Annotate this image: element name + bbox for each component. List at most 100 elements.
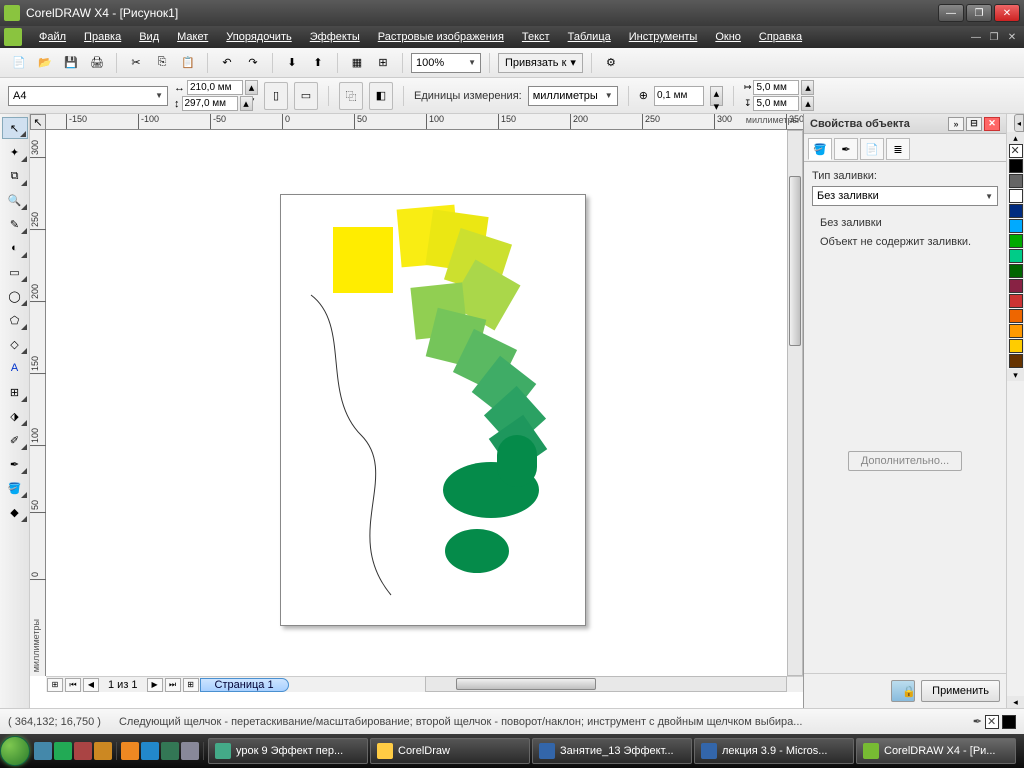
last-page-button[interactable]: ⏭: [165, 678, 181, 692]
taskbar-item[interactable]: урок 9 Эффект пер...: [208, 738, 368, 764]
menu-arrange[interactable]: Упорядочить: [217, 31, 300, 43]
cut-button[interactable]: ✂: [125, 52, 147, 74]
color-swatch[interactable]: [1009, 294, 1023, 308]
new-button[interactable]: 📄: [8, 52, 30, 74]
menu-layout[interactable]: Макет: [168, 31, 217, 43]
page-tab[interactable]: Страница 1: [200, 678, 289, 692]
vertical-scrollbar[interactable]: [787, 130, 803, 676]
ql-icon[interactable]: [34, 742, 52, 760]
paste-button[interactable]: 📋: [177, 52, 199, 74]
menu-effects[interactable]: Эффекты: [301, 31, 369, 43]
all-pages-button[interactable]: ⿻: [339, 82, 363, 110]
taskbar-item[interactable]: Занятие_13 Эффект...: [532, 738, 692, 764]
taskbar-item[interactable]: CorelDraw: [370, 738, 530, 764]
color-swatch[interactable]: [1009, 354, 1023, 368]
color-swatch[interactable]: [1009, 324, 1023, 338]
docker-menu-button[interactable]: ⊟: [966, 117, 982, 131]
menu-text[interactable]: Текст: [513, 31, 559, 43]
maximize-button[interactable]: ❐: [966, 4, 992, 22]
lock-button[interactable]: 🔒: [891, 680, 915, 702]
add-page-after-button[interactable]: ⊞: [183, 678, 199, 692]
fill-tab[interactable]: 🪣: [808, 138, 832, 160]
apply-button[interactable]: Применить: [921, 680, 1000, 702]
ql-icon[interactable]: [74, 742, 92, 760]
undo-button[interactable]: ↶: [216, 52, 238, 74]
dup-y-input[interactable]: 5,0 мм: [753, 96, 799, 111]
copy-button[interactable]: ⎘: [151, 52, 173, 74]
interactive-blend-tool[interactable]: ⬗: [2, 405, 28, 427]
palette-up-button[interactable]: ▴: [1007, 132, 1024, 144]
dupx-spinner[interactable]: ▴▾: [801, 80, 814, 95]
start-button[interactable]: [0, 734, 30, 768]
nudge-input[interactable]: 0,1 мм: [654, 86, 704, 106]
ql-icon[interactable]: [141, 742, 159, 760]
color-swatch[interactable]: [1009, 279, 1023, 293]
import-button[interactable]: ⬇: [281, 52, 303, 74]
fill-tool[interactable]: 🪣: [2, 477, 28, 499]
units-combo[interactable]: миллиметры▼: [528, 86, 618, 106]
close-button[interactable]: ✕: [994, 4, 1020, 22]
table-tool[interactable]: ⊞: [2, 381, 28, 403]
mdi-close-button[interactable]: ✕: [1004, 30, 1020, 44]
freehand-tool[interactable]: ✎: [2, 213, 28, 235]
shape-tool[interactable]: ✦: [2, 141, 28, 163]
horizontal-scrollbar[interactable]: [425, 676, 787, 692]
save-button[interactable]: 💾: [60, 52, 82, 74]
outline-swatch[interactable]: [1002, 715, 1016, 729]
print-button[interactable]: 🖨: [86, 52, 108, 74]
advanced-button[interactable]: Дополнительно...: [848, 451, 962, 471]
prev-page-button[interactable]: ◀: [83, 678, 99, 692]
polygon-tool[interactable]: ⬠: [2, 309, 28, 331]
color-swatch[interactable]: [1009, 174, 1023, 188]
next-page-button[interactable]: ▶: [147, 678, 163, 692]
open-button[interactable]: 📂: [34, 52, 56, 74]
ql-icon[interactable]: [94, 742, 112, 760]
text-tab[interactable]: 📄: [860, 138, 884, 160]
menu-bitmaps[interactable]: Растровые изображения: [369, 31, 513, 43]
menu-table[interactable]: Таблица: [559, 31, 620, 43]
outline-tool[interactable]: ✒: [2, 453, 28, 475]
color-swatch[interactable]: [1009, 309, 1023, 323]
mdi-restore-button[interactable]: ❐: [986, 30, 1002, 44]
color-swatch[interactable]: [1009, 204, 1023, 218]
basic-shapes-tool[interactable]: ◇: [2, 333, 28, 355]
page-height-input[interactable]: 297,0 мм: [182, 96, 238, 111]
zoom-combo[interactable]: 100%▼: [411, 53, 481, 73]
fill-swatch[interactable]: ✕: [985, 715, 999, 729]
color-swatch[interactable]: [1009, 219, 1023, 233]
snap-combo[interactable]: Привязать к ▾: [498, 53, 583, 73]
page-width-input[interactable]: 210,0 мм: [187, 80, 243, 95]
ql-icon[interactable]: [121, 742, 139, 760]
options-button[interactable]: ⚙: [600, 52, 622, 74]
color-swatch[interactable]: [1009, 264, 1023, 278]
landscape-button[interactable]: ▭: [294, 82, 318, 110]
menu-file[interactable]: Файл: [30, 31, 75, 43]
interactive-fill-tool[interactable]: ◆: [2, 501, 28, 523]
crop-tool[interactable]: ⧉: [2, 165, 28, 187]
zoom-tool[interactable]: 🔍: [2, 189, 28, 211]
no-color-swatch[interactable]: [1009, 144, 1023, 158]
add-page-button[interactable]: ⊞: [47, 678, 63, 692]
portrait-button[interactable]: ▯: [264, 82, 288, 110]
ql-icon[interactable]: [54, 742, 72, 760]
menu-edit[interactable]: Правка: [75, 31, 130, 43]
vertical-ruler[interactable]: миллиметры 300250200150100500: [30, 130, 46, 676]
menu-tools[interactable]: Инструменты: [620, 31, 707, 43]
outline-tab[interactable]: ✒: [834, 138, 858, 160]
docker-close-button[interactable]: ✕: [984, 117, 1000, 131]
height-spinner[interactable]: ▴▾: [240, 96, 253, 111]
mdi-minimize-button[interactable]: —: [968, 30, 984, 44]
eyedropper-tool[interactable]: ✐: [2, 429, 28, 451]
smart-fill-tool[interactable]: ◐: [2, 237, 28, 259]
fill-type-combo[interactable]: Без заливки▼: [812, 186, 998, 206]
horizontal-ruler[interactable]: миллиметры -150-100-50050100150200250300…: [46, 114, 803, 130]
dup-x-input[interactable]: 5,0 мм: [753, 80, 799, 95]
paper-size-combo[interactable]: A4▼: [8, 86, 168, 106]
redo-button[interactable]: ↷: [242, 52, 264, 74]
text-tool[interactable]: A: [2, 357, 28, 379]
ruler-origin[interactable]: ↖: [30, 114, 46, 130]
web-tab[interactable]: ≣: [886, 138, 910, 160]
menu-window[interactable]: Окно: [706, 31, 750, 43]
menu-view[interactable]: Вид: [130, 31, 168, 43]
docker-collapse-button[interactable]: »: [948, 117, 964, 131]
